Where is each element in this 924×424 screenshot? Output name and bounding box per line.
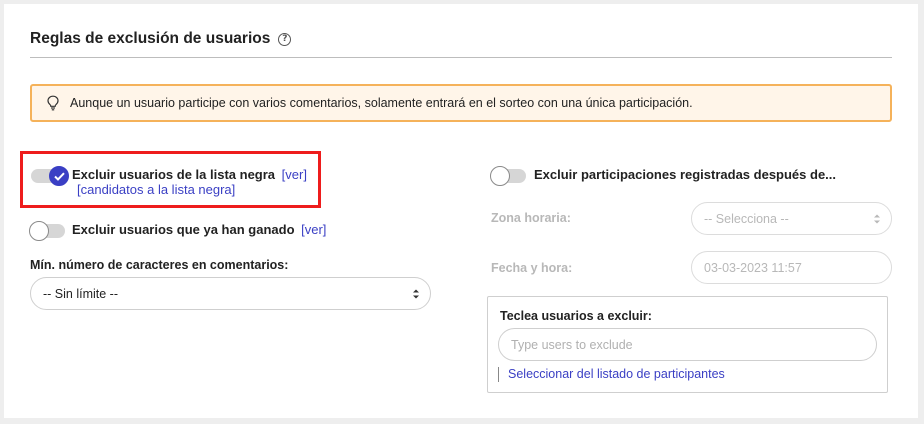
timezone-value: -- Selecciona --: [704, 211, 789, 226]
after-date-label: Excluir participaciones registradas desp…: [534, 167, 837, 182]
timezone-label: Zona horaria:: [491, 211, 571, 225]
previous-winners-toggle[interactable]: [29, 221, 65, 241]
info-alert: Aunque un usuario participe con varios c…: [30, 84, 892, 122]
previous-winners-option: Excluir usuarios que ya han ganado [ver]: [72, 222, 326, 237]
previous-winners-label: Excluir usuarios que ya han ganado: [72, 222, 295, 237]
help-icon[interactable]: ?: [278, 32, 292, 46]
datetime-input[interactable]: 03-03-2023 11:57: [691, 251, 892, 284]
exclude-users-panel: Teclea usuarios a excluir: Seleccionar d…: [487, 296, 888, 393]
toggle-knob: [490, 166, 510, 186]
section-title: Reglas de exclusión de usuarios ?: [30, 30, 292, 48]
highlight-annotation-box: [20, 151, 321, 208]
previous-winners-view-link[interactable]: [ver]: [301, 222, 326, 237]
min-chars-label: Mín. número de caracteres en comentarios…: [30, 258, 289, 272]
section-title-text: Reglas de exclusión de usuarios: [30, 30, 271, 47]
min-chars-value: -- Sin límite --: [43, 286, 118, 301]
after-date-toggle[interactable]: [490, 166, 526, 186]
datetime-label: Fecha y hora:: [491, 261, 573, 275]
select-arrows-icon: [874, 214, 880, 224]
datetime-value: 03-03-2023 11:57: [704, 260, 802, 275]
title-divider: [30, 57, 892, 58]
alert-text: Aunque un usuario participe con varios c…: [70, 96, 693, 110]
select-from-participants-link[interactable]: Seleccionar del listado de participantes: [498, 367, 725, 382]
toggle-knob: [29, 221, 49, 241]
exclude-users-title: Teclea usuarios a excluir:: [500, 309, 652, 323]
timezone-select[interactable]: -- Selecciona --: [691, 202, 892, 235]
select-arrows-icon: [413, 289, 419, 299]
min-chars-select[interactable]: -- Sin límite --: [30, 277, 431, 310]
lightbulb-icon: [47, 95, 59, 111]
exclude-users-input[interactable]: [498, 328, 877, 361]
